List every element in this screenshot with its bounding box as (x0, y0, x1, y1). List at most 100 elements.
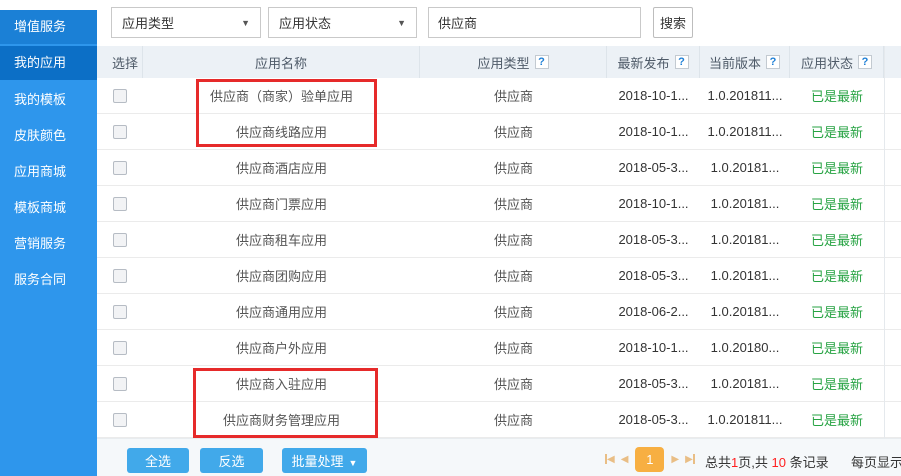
select-all-button[interactable]: 全选 (127, 448, 189, 473)
search-button[interactable]: 搜索 (653, 7, 693, 38)
footer-bar: 全选 反选 批量处理 ▼ ◀ ◀ 1 ▶ ▶ 总共1页,共 10 条记录 每页显示 (97, 438, 901, 476)
prev-arrow-icon: ◀ (620, 453, 629, 465)
help-icon[interactable]: ? (766, 55, 780, 69)
app-name-cell: 供应商租车应用 (235, 233, 327, 248)
app-name-cell: 供应商团购应用 (235, 269, 327, 284)
sidebar-item[interactable]: 模板商城 (0, 190, 97, 226)
first-page-button[interactable]: ◀ (602, 454, 618, 465)
row-checkbox[interactable] (113, 124, 127, 139)
column-header-stub (884, 46, 901, 78)
sidebar-item[interactable]: 皮肤颜色 (0, 118, 97, 154)
published-date-cell: 2018-10-1... (618, 340, 689, 355)
app-type-cell: 供应商 (493, 197, 533, 212)
published-date-cell: 2018-10-1... (618, 88, 689, 103)
version-cell: 1.0.20181... (710, 376, 780, 391)
row-checkbox[interactable] (113, 268, 127, 283)
chevron-down-icon: ▼ (348, 458, 358, 468)
table-row: 供应商门票应用 供应商 2018-10-1... 1.0.20181... 已是… (97, 186, 901, 222)
row-checkbox[interactable] (113, 340, 127, 355)
table-column-divider (884, 46, 885, 438)
app-type-cell: 供应商 (493, 161, 533, 176)
column-header-select: 选择 (97, 46, 143, 78)
version-cell: 1.0.20181... (710, 160, 780, 175)
row-checkbox[interactable] (113, 232, 127, 247)
app-name-cell: 供应商户外应用 (235, 341, 327, 356)
row-checkbox[interactable] (113, 304, 127, 319)
column-header-app-type: 应用类型 ? (420, 46, 607, 78)
sidebar-item[interactable]: 我的模板 (0, 82, 97, 118)
app-status-dropdown[interactable]: 应用状态 ▼ (268, 7, 417, 38)
sidebar-item[interactable]: 营销服务 (0, 226, 97, 262)
row-checkbox[interactable] (113, 160, 127, 175)
table-row: 供应商户外应用 供应商 2018-10-1... 1.0.20180... 已是… (97, 330, 901, 366)
app-name-cell: 供应商门票应用 (235, 197, 327, 212)
app-type-cell: 供应商 (493, 269, 533, 284)
chevron-down-icon: ▼ (241, 17, 250, 28)
status-cell: 已是最新 (810, 269, 863, 284)
row-checkbox[interactable] (113, 88, 127, 103)
version-cell: 1.0.20181... (710, 268, 780, 283)
published-date-cell: 2018-05-3... (618, 160, 689, 175)
app-name-cell: 供应商通用应用 (235, 305, 327, 320)
status-cell: 已是最新 (810, 305, 863, 320)
app-type-cell: 供应商 (493, 89, 533, 104)
version-cell: 1.0.201811... (707, 124, 783, 139)
app-status-dropdown-label: 应用状态 (279, 16, 332, 31)
sidebar-header-value-added-services[interactable]: 增值服务 (0, 10, 97, 44)
app-type-dropdown-label: 应用类型 (122, 16, 175, 31)
column-header-app-name: 应用名称 (143, 46, 420, 78)
table-row: 供应商租车应用 供应商 2018-05-3... 1.0.20181... 已是… (97, 222, 901, 258)
column-header-version: 当前版本 ? (700, 46, 790, 78)
sidebar-item[interactable]: 应用商城 (0, 154, 97, 190)
app-name-cell: 供应商酒店应用 (235, 161, 327, 176)
row-checkbox[interactable] (113, 412, 127, 427)
filter-bar: 应用类型 ▼ 应用状态 ▼ 搜索 (97, 0, 901, 46)
invert-selection-button[interactable]: 反选 (200, 448, 263, 473)
prev-arrow-icon: ◀ (607, 453, 615, 465)
sidebar-background: 增值服务 我的应用 我的模板 皮肤颜色 应用商城 模板商城 营销服务 服务合同 (0, 10, 97, 476)
published-date-cell: 2018-06-2... (618, 304, 689, 319)
version-cell: 1.0.20181... (710, 304, 780, 319)
table-row: 供应商团购应用 供应商 2018-05-3... 1.0.20181... 已是… (97, 258, 901, 294)
row-checkbox[interactable] (113, 196, 127, 211)
app-type-cell: 供应商 (493, 377, 533, 392)
sidebar-item[interactable]: 服务合同 (0, 262, 97, 298)
page-number-button[interactable]: 1 (635, 446, 665, 472)
status-cell: 已是最新 (810, 233, 863, 248)
version-cell: 1.0.20181... (710, 196, 780, 211)
status-cell: 已是最新 (810, 125, 863, 140)
last-page-bar-icon (692, 454, 695, 464)
batch-process-button[interactable]: 批量处理 ▼ (282, 448, 367, 473)
published-date-cell: 2018-10-1... (618, 124, 689, 139)
app-window: 增值服务 我的应用 我的模板 皮肤颜色 应用商城 模板商城 营销服务 服务合同 … (0, 0, 901, 476)
app-type-cell: 供应商 (493, 341, 533, 356)
sidebar-item[interactable]: 我的应用 (0, 46, 97, 80)
help-icon[interactable]: ? (534, 55, 549, 69)
row-checkbox[interactable] (113, 376, 127, 391)
help-icon[interactable]: ? (674, 55, 689, 69)
next-page-button[interactable]: ▶ (668, 454, 682, 465)
help-icon[interactable]: ? (858, 55, 872, 69)
status-cell: 已是最新 (810, 197, 863, 212)
sidebar-menu: 我的应用 我的模板 皮肤颜色 应用商城 模板商城 营销服务 服务合同 (0, 46, 97, 298)
version-cell: 1.0.20180... (710, 340, 780, 355)
published-date-cell: 2018-05-3... (618, 376, 689, 391)
last-page-button[interactable]: ▶ (682, 454, 698, 465)
app-type-cell: 供应商 (493, 305, 533, 320)
annotation-box-rows-1-2 (196, 79, 377, 147)
pagination: ◀ ◀ 1 ▶ ▶ (602, 446, 698, 472)
column-header-status: 应用状态 ? (790, 46, 884, 78)
app-type-dropdown[interactable]: 应用类型 ▼ (111, 7, 261, 38)
status-cell: 已是最新 (810, 89, 863, 104)
status-cell: 已是最新 (810, 377, 863, 392)
table-header-row: 选择 应用名称 应用类型 ? 最新发布 ? 当前版本 ? 应用状态 ? (97, 46, 901, 78)
table-row: 供应商酒店应用 供应商 2018-05-3... 1.0.20181... 已是… (97, 150, 901, 186)
annotation-box-rows-9-10 (193, 368, 378, 438)
prev-page-button[interactable]: ◀ (618, 454, 632, 465)
published-date-cell: 2018-05-3... (618, 268, 689, 283)
column-header-published: 最新发布 ? (607, 46, 700, 78)
search-input[interactable] (428, 7, 641, 38)
published-date-cell: 2018-10-1... (618, 196, 689, 211)
published-date-cell: 2018-05-3... (618, 232, 689, 247)
next-arrow-icon: ▶ (671, 453, 680, 465)
